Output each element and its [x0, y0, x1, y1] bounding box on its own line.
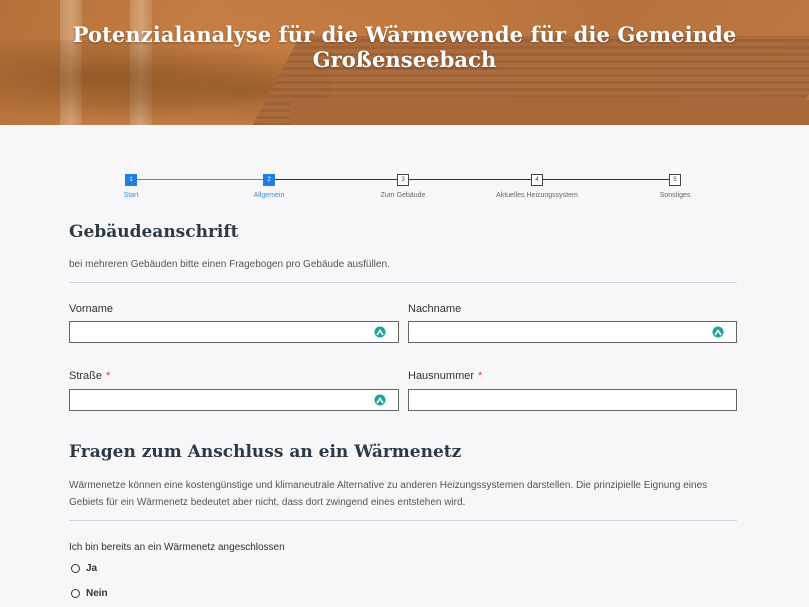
- autofill-icon[interactable]: [374, 394, 386, 406]
- section-description-address: bei mehreren Gebäuden bitte einen Frageb…: [69, 259, 390, 270]
- step-start[interactable]: 1 Start: [124, 174, 138, 199]
- section-description-network: Wärmenetze können eine kostengünstige un…: [69, 480, 708, 508]
- step-number: 3: [397, 174, 409, 186]
- step-heizungssystem[interactable]: 4 Aktuelles Heizungssystem: [496, 174, 578, 199]
- divider: [69, 282, 737, 283]
- label-text: Hausnummer: [408, 370, 475, 382]
- stepper-progress-line: [131, 179, 269, 180]
- first-name-input[interactable]: [69, 321, 399, 343]
- step-label: Start: [123, 192, 139, 199]
- step-zum-gebaeude[interactable]: 3 Zum Gebäude: [381, 174, 425, 199]
- label-house-number: Hausnummer *: [408, 370, 482, 382]
- section-title-address: Gebäudeanschrift: [69, 222, 239, 242]
- step-label: Allgemein: [253, 192, 285, 199]
- label-street: Straße *: [69, 370, 110, 382]
- radio-label[interactable]: Ja: [86, 563, 97, 574]
- step-number: 1: [125, 174, 137, 186]
- stepper-remaining-line: [269, 179, 675, 180]
- radio-option-nein[interactable]: Nein: [71, 588, 108, 599]
- street-input[interactable]: [69, 389, 399, 411]
- step-label: Zum Gebäude: [380, 192, 426, 199]
- label-text: Vorname: [69, 303, 114, 315]
- last-name-input[interactable]: [408, 321, 737, 343]
- radio-button[interactable]: [71, 564, 80, 573]
- label-text: Straße: [69, 370, 103, 382]
- step-label: Aktuelles Heizungssystem: [496, 192, 578, 199]
- radio-label[interactable]: Nein: [86, 588, 108, 599]
- radio-button[interactable]: [71, 589, 80, 598]
- autofill-icon[interactable]: [712, 326, 724, 338]
- step-number: 5: [669, 174, 681, 186]
- section-title-network: Fragen zum Anschluss an ein Wärmenetz: [69, 442, 462, 462]
- house-number-input[interactable]: [408, 389, 737, 411]
- required-marker: *: [478, 370, 483, 382]
- label-last-name: Nachname: [408, 303, 461, 315]
- step-number: 2: [263, 174, 275, 186]
- progress-stepper: 1 Start 2 Allgemein 3 Zum Gebäude 4 Aktu…: [124, 174, 690, 204]
- label-first-name: Vorname: [69, 303, 113, 315]
- label-text: Nachname: [408, 303, 462, 315]
- question-connected: Ich bin bereits an ein Wärmenetz angesch…: [69, 542, 285, 553]
- autofill-icon[interactable]: [374, 326, 386, 338]
- step-allgemein[interactable]: 2 Allgemein: [254, 174, 284, 199]
- radio-option-ja[interactable]: Ja: [71, 563, 97, 574]
- step-label: Sonstiges: [659, 192, 691, 199]
- divider: [69, 520, 737, 521]
- step-number: 4: [531, 174, 543, 186]
- page-title: Potenzialanalyse für die Wärmewende für …: [72, 22, 737, 72]
- required-marker: *: [106, 370, 111, 382]
- banner-wall: [290, 100, 809, 125]
- step-sonstiges[interactable]: 5 Sonstiges: [660, 174, 690, 199]
- header-banner: Potenzialanalyse für die Wärmewende für …: [0, 0, 809, 125]
